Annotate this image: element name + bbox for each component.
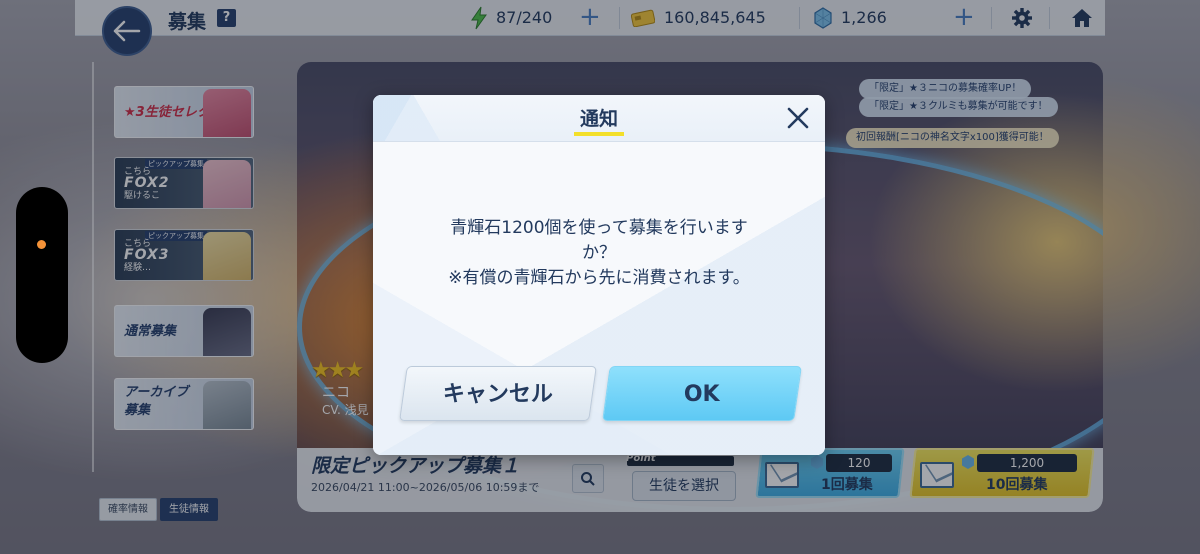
- device-side-bar: [16, 187, 68, 363]
- confirm-dialog: 通知 青輝石1200個を使って募集を行います か？ ※有償の青輝石から先に消費さ…: [373, 95, 825, 455]
- dialog-title: 通知: [579, 108, 618, 130]
- dialog-header: 通知: [373, 95, 825, 142]
- ok-button[interactable]: OK: [602, 366, 802, 421]
- device-indicator-dot: [37, 240, 46, 249]
- close-button[interactable]: [783, 103, 813, 133]
- ok-button-label: OK: [683, 382, 720, 407]
- title-underline: [574, 132, 624, 136]
- dialog-message-line1: 青輝石1200個を使って募集を行います: [450, 218, 748, 238]
- close-icon: [787, 107, 809, 129]
- cancel-button[interactable]: キャンセル: [399, 366, 597, 421]
- dialog-message-line3: ※有償の青輝石から先に消費されます。: [448, 268, 750, 288]
- cancel-button-label: キャンセル: [442, 382, 553, 407]
- dialog-message-line2: か？: [582, 243, 616, 263]
